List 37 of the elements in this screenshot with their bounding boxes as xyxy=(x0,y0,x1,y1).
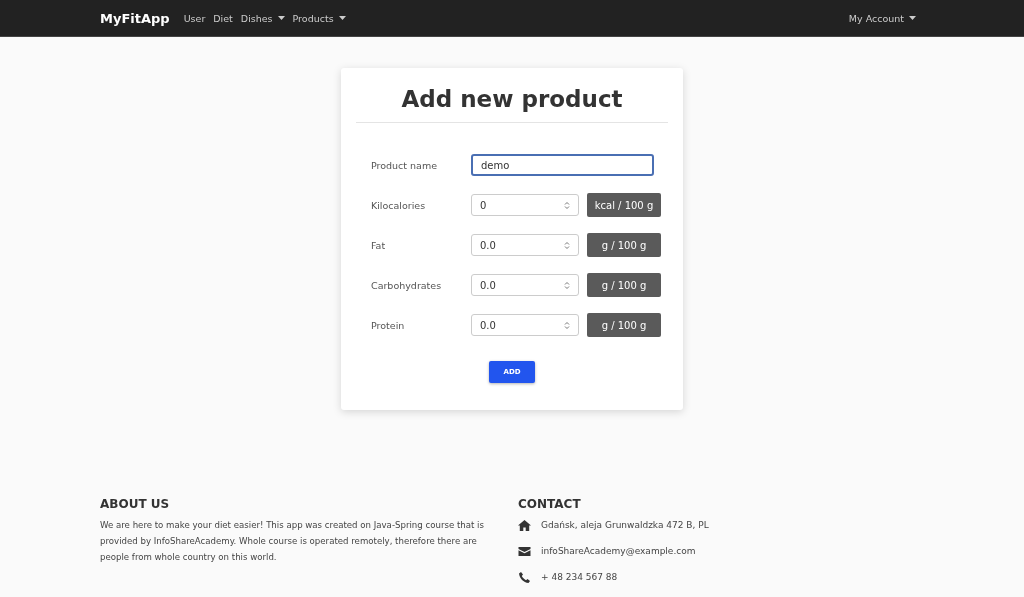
caret-icon xyxy=(277,16,285,20)
number-field[interactable]: 0 xyxy=(471,194,579,216)
unit-label: g / 100 g xyxy=(587,313,661,337)
field-label: Carbohydrates xyxy=(371,279,443,291)
nav-link[interactable]: Dishes xyxy=(240,12,285,24)
input-field[interactable]: demo xyxy=(471,154,654,176)
section-heading: CONTACT xyxy=(518,497,582,511)
field-label: Fat xyxy=(371,239,387,251)
mail-icon xyxy=(518,546,531,556)
spinner-icon[interactable] xyxy=(564,240,570,250)
about-text: We are here to make your diet easier! This app was created on Java-Spring course that is provided by InfoShareAcademy. Whole course is operated remotely, therefore there are people from whole country on this world. xyxy=(100,519,485,564)
number-field[interactable]: 0.0 xyxy=(471,314,579,336)
nav-link[interactable]: My Account xyxy=(848,12,916,24)
unit-label: kcal / 100 g xyxy=(587,193,661,217)
caret-icon xyxy=(338,16,346,20)
brand-logo[interactable]: MyFitApp xyxy=(100,10,170,26)
spinner-icon[interactable] xyxy=(564,200,570,210)
nav-link[interactable]: Products xyxy=(292,12,346,24)
nav-link[interactable]: Diet xyxy=(213,12,233,24)
unit-label: g / 100 g xyxy=(587,273,661,297)
home-icon xyxy=(518,519,531,531)
field-label: Kilocalories xyxy=(371,199,427,211)
nav-link[interactable]: User xyxy=(183,12,206,24)
field-label: Protein xyxy=(371,319,406,331)
contact-text: Gdańsk, aleja Grunwaldzka 472 B, PL xyxy=(541,520,709,530)
spinner-icon[interactable] xyxy=(564,320,570,330)
contact-text: + 48 234 567 88 xyxy=(541,572,618,582)
contact-text: infoShareAcademy@example.com xyxy=(541,546,696,556)
field-label: Product name xyxy=(371,159,439,171)
spinner-icon[interactable] xyxy=(564,280,570,290)
number-field[interactable]: 0.0 xyxy=(471,234,579,256)
number-field[interactable]: 0.0 xyxy=(471,274,579,296)
caret-icon xyxy=(909,16,916,20)
section-heading: ABOUT US xyxy=(100,497,171,511)
form-title: Add new product xyxy=(356,86,668,123)
unit-label: g / 100 g xyxy=(587,233,661,257)
phone-icon xyxy=(518,571,531,583)
